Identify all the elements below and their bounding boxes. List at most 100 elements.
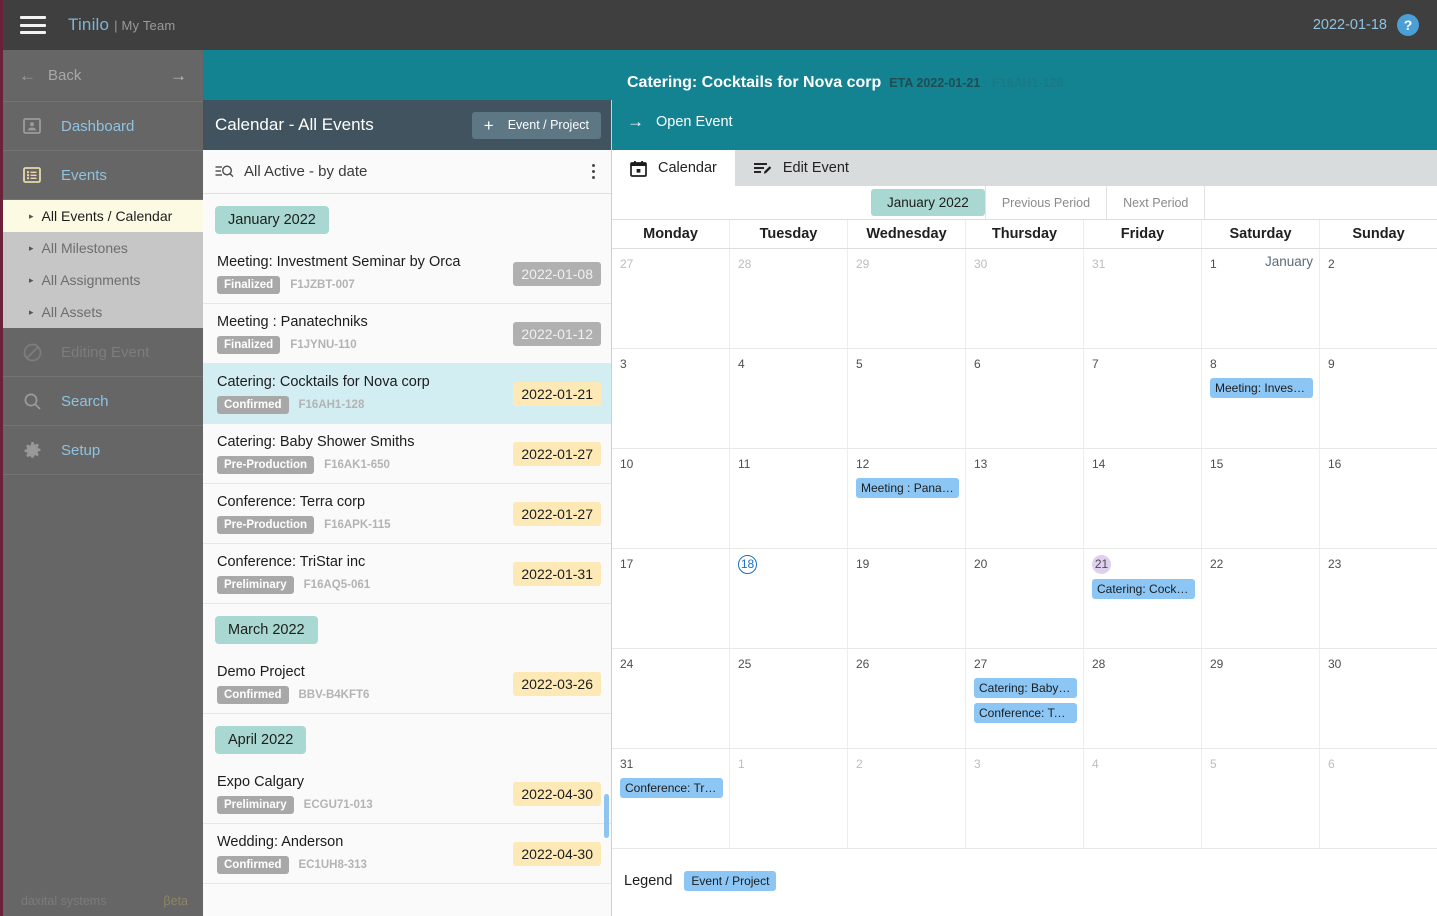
forward-arrow-icon[interactable]: → <box>170 66 187 86</box>
sidebar-subitem-all-events-calendar[interactable]: ▸ All Events / Calendar <box>3 200 203 232</box>
next-period-button[interactable]: Next Period <box>1106 186 1205 219</box>
day-number: 22 <box>1210 556 1223 572</box>
calendar-day-cell[interactable]: 26 <box>847 649 965 748</box>
event-list-body: January 2022Meeting: Investment Seminar … <box>203 194 611 884</box>
event-list-item[interactable]: Meeting: Investment Seminar by OrcaFinal… <box>203 244 611 304</box>
open-event-button[interactable]: → Open Event <box>627 112 733 132</box>
sidebar-item-label: Search <box>61 393 109 410</box>
calendar-week-row: 31 Conference: TriSt... 1 23456 <box>612 749 1437 849</box>
calendar-day-cell[interactable]: 4 <box>1083 749 1201 848</box>
calendar-day-cell[interactable]: 24 <box>612 649 729 748</box>
event-item-date: 2022-01-21 <box>513 382 601 406</box>
weekday-header: Wednesday <box>847 220 965 248</box>
calendar-day-cell[interactable]: 31 Conference: TriSt... <box>612 749 729 848</box>
day-number: 26 <box>856 656 869 672</box>
day-number: 5 <box>856 356 863 372</box>
calendar-day-cell[interactable]: 1 <box>729 749 847 848</box>
calendar-day-cell[interactable]: 12Meeting : Panate... <box>847 449 965 548</box>
event-list-scrollbar[interactable] <box>603 194 610 916</box>
back-label: Back <box>48 67 81 84</box>
calendar-day-cell[interactable]: 15 <box>1201 449 1319 548</box>
previous-period-button[interactable]: Previous Period <box>985 186 1106 219</box>
calendar-event-chip[interactable]: Meeting : Panate... <box>856 478 959 498</box>
brand-team: | My Team <box>114 18 175 33</box>
scrollbar-thumb[interactable] <box>604 794 609 838</box>
tab-edit-event-label: Edit Event <box>783 160 849 176</box>
calendar-day-cell[interactable]: 4 <box>729 349 847 448</box>
add-event-project-button[interactable]: + Event / Project <box>472 112 601 139</box>
tab-calendar[interactable]: Calendar <box>612 150 735 186</box>
calendar-day-cell[interactable]: 27Catering: Baby Sh...Conference: Terra.… <box>965 649 1083 748</box>
period-current-button[interactable]: January 2022 <box>871 189 985 216</box>
calendar-day-cell[interactable]: 29 <box>847 249 965 348</box>
event-list-item[interactable]: Conference: TriStar incPreliminaryF16AQ5… <box>203 544 611 604</box>
topbar-right-group: 2022-01-18 ? <box>1313 14 1419 36</box>
list-filter-bar[interactable]: All Active - by date <box>203 150 611 194</box>
calendar-day-cell[interactable]: 22 <box>1201 549 1319 648</box>
event-list-item[interactable]: Wedding: AndersonConfirmedEC1UH8-3132022… <box>203 824 611 884</box>
calendar-day-cell[interactable]: 3 <box>612 349 729 448</box>
calendar-day-cell[interactable]: 17 <box>612 549 729 648</box>
day-number: 1 <box>738 756 745 772</box>
calendar-day-cell[interactable]: 16 <box>1319 449 1437 548</box>
event-list-item[interactable]: Catering: Baby Shower SmithsPre-Producti… <box>203 424 611 484</box>
tab-edit-event[interactable]: Edit Event <box>735 150 867 186</box>
sidebar-subitem-all-assignments[interactable]: ▸ All Assignments <box>3 264 203 296</box>
calendar-event-chip[interactable]: Catering: Cocktail... <box>1092 579 1195 599</box>
calendar-day-cell[interactable]: 27 <box>612 249 729 348</box>
calendar-day-cell[interactable]: 18 <box>729 549 847 648</box>
calendar-day-cell[interactable]: 7 <box>1083 349 1201 448</box>
calendar-day-cell[interactable]: 20 <box>965 549 1083 648</box>
calendar-day-cell[interactable]: 9 <box>1319 349 1437 448</box>
calendar-day-cell[interactable]: 25 <box>729 649 847 748</box>
sidebar-item-setup[interactable]: Setup <box>3 426 203 475</box>
event-list-item[interactable]: Catering: Cocktails for Nova corpConfirm… <box>203 364 611 424</box>
hamburger-menu-icon[interactable] <box>20 16 46 34</box>
event-list-scroll-container[interactable]: January 2022Meeting: Investment Seminar … <box>203 194 611 916</box>
sidebar-subitem-all-milestones[interactable]: ▸ All Milestones <box>3 232 203 264</box>
calendar-day-cell[interactable]: 28 <box>1083 649 1201 748</box>
calendar-day-cell[interactable]: 10 <box>612 449 729 548</box>
calendar-day-cell[interactable]: 23 <box>1319 549 1437 648</box>
event-list-item[interactable]: Demo ProjectConfirmedBBV-B4KFT62022-03-2… <box>203 654 611 714</box>
calendar-event-chip[interactable]: Meeting: Investm... <box>1210 378 1313 398</box>
list-options-kebab-icon[interactable] <box>588 160 599 183</box>
calendar-day-cell[interactable]: 14 <box>1083 449 1201 548</box>
sidebar-subitem-all-assets[interactable]: ▸ All Assets <box>3 296 203 328</box>
event-item-code: ECGU71-013 <box>304 799 373 811</box>
calendar-event-chip[interactable]: Catering: Baby Sh... <box>974 678 1077 698</box>
calendar-day-cell[interactable]: 6 <box>965 349 1083 448</box>
calendar-tabs: Calendar Edit Event <box>612 150 1437 186</box>
calendar-day-cell[interactable]: 5 <box>847 349 965 448</box>
event-list-item[interactable]: Meeting : PanatechniksFinalizedF1JYNU-11… <box>203 304 611 364</box>
day-number: 6 <box>974 356 981 372</box>
calendar-day-cell[interactable]: 30 <box>965 249 1083 348</box>
calendar-day-cell[interactable]: 6 <box>1319 749 1437 848</box>
calendar-day-cell[interactable]: 1January <box>1201 249 1319 348</box>
footer-company: daxital systems <box>21 894 106 908</box>
sidebar-item-search[interactable]: Search <box>3 377 203 426</box>
calendar-day-cell[interactable]: 2 <box>847 749 965 848</box>
calendar-day-cell[interactable]: 3 <box>965 749 1083 848</box>
caret-right-icon: ▸ <box>29 243 34 254</box>
day-number: 31 <box>620 756 633 772</box>
calendar-day-cell[interactable]: 21Catering: Cocktail... <box>1083 549 1201 648</box>
calendar-day-cell[interactable]: 2 <box>1319 249 1437 348</box>
event-list-item[interactable]: Conference: Terra corpPre-ProductionF16A… <box>203 484 611 544</box>
calendar-day-cell[interactable]: 11 <box>729 449 847 548</box>
back-button[interactable]: ← Back → <box>3 50 203 102</box>
calendar-day-cell[interactable]: 8Meeting: Investm... <box>1201 349 1319 448</box>
calendar-day-cell[interactable]: 5 <box>1201 749 1319 848</box>
calendar-day-cell[interactable]: 29 <box>1201 649 1319 748</box>
calendar-day-cell[interactable]: 13 <box>965 449 1083 548</box>
calendar-day-cell[interactable]: 31 <box>1083 249 1201 348</box>
calendar-event-chip[interactable]: Conference: Terra... <box>974 703 1077 723</box>
calendar-day-cell[interactable]: 28 <box>729 249 847 348</box>
help-icon[interactable]: ? <box>1397 14 1419 36</box>
calendar-day-cell[interactable]: 19 <box>847 549 965 648</box>
calendar-event-chip[interactable]: Conference: TriSt... <box>620 778 723 798</box>
sidebar-item-dashboard[interactable]: Dashboard <box>3 102 203 151</box>
calendar-day-cell[interactable]: 30 <box>1319 649 1437 748</box>
event-list-item[interactable]: Expo CalgaryPreliminaryECGU71-0132022-04… <box>203 764 611 824</box>
sidebar-item-events[interactable]: Events <box>3 151 203 200</box>
